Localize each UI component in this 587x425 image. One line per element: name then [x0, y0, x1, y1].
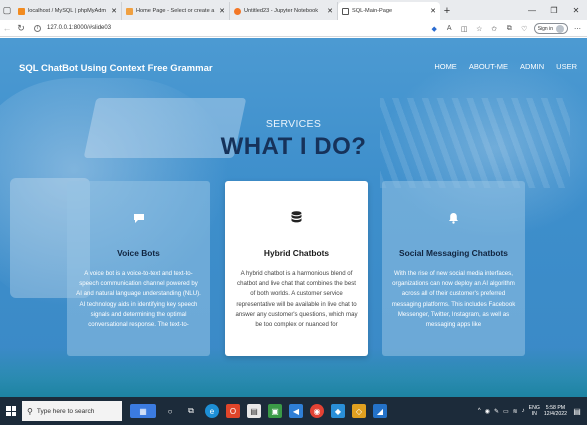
tab-home-page[interactable]: Home Page - Select or create a ✕	[122, 2, 230, 20]
office-icon[interactable]: O	[226, 404, 240, 418]
chat-bubble-icon	[67, 211, 210, 229]
phpmyadmin-icon	[18, 7, 25, 15]
tab-jupyter[interactable]: Untitled23 - Jupyter Notebook ✕	[230, 2, 338, 20]
tab-phpmyadmin[interactable]: localhost / MySQL | phpMyAdm ✕	[14, 2, 122, 20]
minimize-icon[interactable]: —	[521, 0, 543, 20]
menu-item-user[interactable]: USER	[556, 62, 577, 71]
read-aloud-icon[interactable]: A	[444, 23, 455, 34]
app-icon[interactable]: ◢	[373, 404, 387, 418]
network-icon[interactable]: ◉	[485, 408, 490, 415]
more-options-icon[interactable]: ⋯	[572, 23, 583, 34]
card-body: A hybrid chatbot is a harmonious blend o…	[235, 270, 358, 329]
new-tab-button[interactable]: +	[440, 2, 454, 20]
favorites-bar-icon[interactable]: ✩	[489, 23, 500, 34]
chrome-icon[interactable]: ◉	[310, 404, 324, 418]
service-card-social-messaging: Social Messaging Chatbots With the rise …	[382, 181, 525, 356]
clock[interactable]: 5:58 PM 12/4/2022	[544, 405, 567, 417]
card-body: With the rise of new social media interf…	[391, 270, 516, 329]
windows-start-icon[interactable]	[0, 397, 22, 425]
database-icon	[225, 211, 368, 229]
menu-item-home[interactable]: HOME	[434, 62, 457, 71]
jupyter-icon	[234, 7, 241, 15]
menu-item-admin[interactable]: ADMIN	[520, 62, 544, 71]
file-explorer-icon[interactable]: ▤	[247, 404, 261, 418]
taskbar-apps: ▦ ○ ⧉ e O ▤ ▣ ◀ ◉ ◆ ◇ ◢	[130, 404, 387, 418]
widgets-icon[interactable]: ▦	[130, 404, 156, 418]
card-body: A voice bot is a voice-to-text and text-…	[76, 270, 201, 329]
browser-essentials-icon[interactable]: ♡	[519, 23, 530, 34]
volume-icon[interactable]: ♪	[522, 408, 525, 414]
section-eyebrow: SERVICES	[265, 118, 322, 130]
cortana-icon[interactable]: ○	[163, 404, 177, 418]
edge-icon[interactable]: e	[205, 404, 219, 418]
service-card-hybrid-chatbots: Hybrid Chatbots A hybrid chatbot is a ha…	[225, 181, 368, 356]
split-screen-icon[interactable]: ◫	[459, 23, 470, 34]
page-icon	[126, 7, 133, 15]
close-tab-icon[interactable]: ✕	[430, 7, 436, 15]
browser-toolbar: ◆ A ◫ ☆ ✩ ⧉ ♡ Sign in ⋯	[429, 20, 583, 37]
info-icon[interactable]: i	[34, 24, 41, 32]
bell-icon	[382, 211, 525, 229]
site-menu: HOME ABOUT-ME ADMIN USER	[434, 62, 577, 71]
service-card-voice-bots: Voice Bots A voice bot is a voice-to-tex…	[67, 181, 210, 356]
address-bar: ← ↻ i 127.0.0.1:8000/#slide03 ◆ A ◫ ☆ ✩ …	[0, 20, 587, 37]
tab-actions-icon[interactable]: ▢	[0, 0, 14, 20]
url-field[interactable]: i 127.0.0.1:8000/#slide03	[34, 24, 112, 32]
tab-title: localhost / MySQL | phpMyAdm	[28, 8, 107, 14]
wifi-icon[interactable]: ≋	[513, 408, 518, 415]
url-text: 127.0.0.1:8000/#slide03	[47, 25, 112, 31]
notifications-icon[interactable]: ▤	[571, 405, 583, 417]
menu-item-about-me[interactable]: ABOUT-ME	[469, 62, 508, 71]
show-hidden-icons-icon[interactable]: ^	[478, 408, 481, 414]
tab-title: Untitled23 - Jupyter Notebook	[244, 8, 319, 14]
sign-in-label: Sign in	[537, 25, 553, 32]
tab-title: SQL-Main-Page	[352, 8, 393, 14]
pen-icon[interactable]: ✎	[494, 408, 499, 415]
close-tab-icon[interactable]: ✕	[327, 7, 333, 15]
language-indicator[interactable]: ENG IN	[529, 405, 540, 417]
section-headline: WHAT I DO?	[220, 133, 367, 160]
favorite-icon[interactable]: ☆	[474, 23, 485, 34]
close-window-icon[interactable]: ✕	[565, 0, 587, 20]
browser-tabstrip: ▢ localhost / MySQL | phpMyAdm ✕ Home Pa…	[0, 0, 587, 20]
vscode-icon[interactable]: ◀	[289, 404, 303, 418]
site-brand[interactable]: SQL ChatBot Using Context Free Grammar	[19, 63, 213, 74]
reload-icon[interactable]: ↻	[14, 20, 28, 37]
card-title: Voice Bots	[117, 248, 160, 258]
collections-icon[interactable]: ⧉	[504, 23, 515, 34]
card-title: Hybrid Chatbots	[263, 248, 330, 258]
close-tab-icon[interactable]: ✕	[219, 7, 225, 15]
search-placeholder: Type here to search	[36, 407, 95, 415]
system-tray: ^ ◉ ✎ ▭ ≋ ♪ ENG IN 5:58 PM 12/4/2022 ▤	[478, 397, 587, 425]
battery-icon[interactable]: ▭	[503, 408, 509, 415]
back-icon[interactable]: ←	[0, 20, 14, 37]
document-icon	[342, 7, 349, 15]
window-controls: — ❐ ✕	[521, 0, 587, 20]
clock-date: 12/4/2022	[543, 411, 567, 417]
task-view-icon[interactable]: ⧉	[184, 404, 198, 418]
sign-in-button[interactable]: Sign in	[533, 23, 568, 34]
tab-title: Home Page - Select or create a	[136, 8, 215, 14]
windows-taskbar: ⚲ Type here to search ▦ ○ ⧉ e O ▤ ▣ ◀ ◉ …	[0, 397, 587, 425]
app-icon[interactable]: ◇	[352, 404, 366, 418]
extension-icon[interactable]: ◆	[429, 23, 440, 34]
store-icon[interactable]: ▣	[268, 404, 282, 418]
search-icon: ⚲	[27, 406, 33, 416]
avatar	[556, 24, 564, 33]
page-viewport: SQL ChatBot Using Context Free Grammar H…	[0, 38, 587, 397]
tab-sql-main-page[interactable]: SQL-Main-Page ✕	[338, 2, 440, 20]
card-title: Social Messaging Chatbots	[399, 248, 508, 258]
close-tab-icon[interactable]: ✕	[111, 7, 117, 15]
taskbar-search-input[interactable]: ⚲ Type here to search	[22, 401, 122, 421]
maximize-icon[interactable]: ❐	[543, 0, 565, 20]
app-icon[interactable]: ◆	[331, 404, 345, 418]
language-region: IN	[531, 411, 537, 417]
